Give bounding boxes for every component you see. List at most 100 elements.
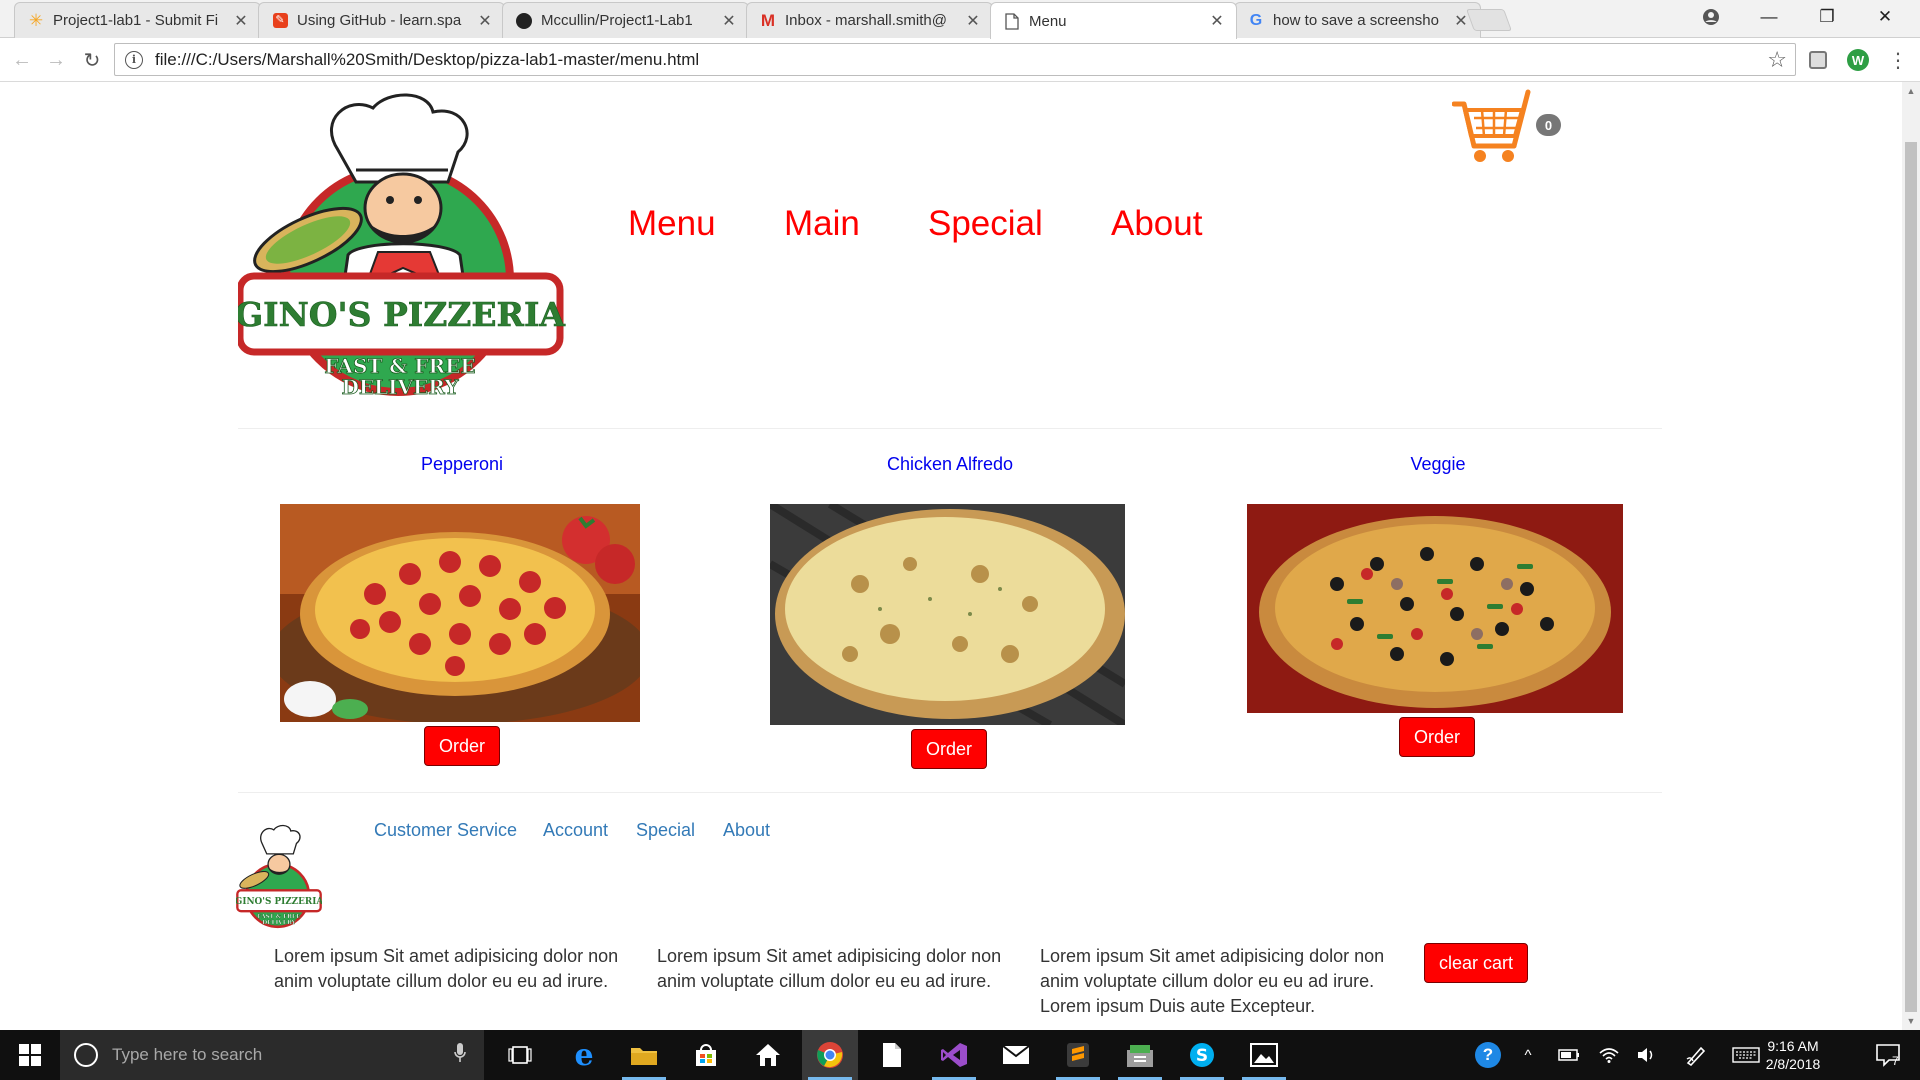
close-tab-icon[interactable]: ✕	[476, 11, 494, 31]
nav-link-main[interactable]: Main	[784, 204, 860, 244]
wifi-icon[interactable]	[1594, 1030, 1624, 1080]
sublime-text-icon[interactable]	[1050, 1030, 1106, 1080]
github-favicon-icon	[515, 12, 533, 30]
footer-logo-text: GINO'S PIZZERIA	[236, 897, 322, 907]
minimize-icon[interactable]: —	[1740, 0, 1798, 34]
show-hidden-icons-icon[interactable]: ^	[1514, 1030, 1542, 1080]
chrome-menu-icon[interactable]: ⋮	[1886, 48, 1910, 72]
clock-date: 2/8/2018	[1765, 1056, 1821, 1072]
browser-toolbar: ← → ↻ i file:///C:/Users/Marshall%20Smit…	[0, 38, 1920, 82]
home-icon[interactable]	[740, 1030, 796, 1080]
scrollbar-thumb[interactable]	[1905, 142, 1917, 1012]
skype-icon[interactable]: S	[1174, 1030, 1230, 1080]
asterisk-favicon-icon: ✳	[28, 10, 44, 30]
pen-ink-icon[interactable]	[1680, 1030, 1712, 1080]
bookmark-star-icon[interactable]: ☆	[1767, 47, 1787, 73]
logo-text: GINO'S PIZZERIA	[238, 295, 565, 334]
info-icon[interactable]: i	[125, 50, 143, 69]
restore-icon[interactable]: ❐	[1798, 0, 1856, 34]
git-gui-icon[interactable]	[1112, 1030, 1168, 1080]
item-title-pepperoni[interactable]: Pepperoni	[312, 454, 612, 475]
windows-start-icon[interactable]	[0, 1030, 60, 1080]
nav-link-about[interactable]: About	[1111, 204, 1202, 244]
new-tab-button[interactable]	[1465, 9, 1513, 31]
close-tab-icon[interactable]: ✕	[720, 11, 738, 31]
footer-text-column-3: Lorem ipsum Sit amet adipisicing dolor n…	[1040, 946, 1385, 1016]
store-icon[interactable]	[678, 1030, 734, 1080]
footer-link-customer-service[interactable]: Customer Service	[374, 820, 517, 841]
close-tab-icon[interactable]: ✕	[1208, 11, 1226, 31]
footer-link-about[interactable]: About	[723, 820, 770, 841]
chrome-icon[interactable]	[802, 1030, 858, 1080]
photos-icon[interactable]	[1236, 1030, 1292, 1080]
task-view-icon[interactable]	[492, 1030, 548, 1080]
nav-link-special[interactable]: Special	[928, 204, 1043, 244]
close-tab-icon[interactable]: ✕	[964, 11, 982, 31]
veggie-pizza-image	[1247, 504, 1623, 713]
footer-link-special[interactable]: Special	[636, 820, 695, 841]
address-bar[interactable]: i file:///C:/Users/Marshall%20Smith/Desk…	[114, 43, 1796, 76]
taskbar-clock[interactable]: 9:16 AM 2/8/2018	[1748, 1037, 1838, 1073]
extension-icon[interactable]	[1806, 48, 1830, 72]
item-title-veggie[interactable]: Veggie	[1288, 454, 1588, 475]
footer-ginos-logo[interactable]: GINO'S PIZZERIA FAST & FREE DELIVERY	[236, 820, 322, 932]
browser-tab[interactable]: Mccullin/Project1-Lab1 ✕	[502, 2, 749, 38]
browser-tab-active[interactable]: Menu ✕	[990, 2, 1237, 39]
cart-count-badge: 0	[1536, 114, 1561, 136]
action-center-icon[interactable]: 7	[1864, 1030, 1912, 1080]
divider	[238, 792, 1662, 793]
search-placeholder: Type here to search	[112, 1045, 263, 1064]
tab-strip: ✳ Project1-lab1 - Submit Fi ✕ ✎ Using Gi…	[0, 0, 1920, 39]
clear-cart-button[interactable]: clear cart	[1424, 943, 1528, 983]
edge-icon[interactable]: e	[556, 1030, 612, 1080]
browser-tab[interactable]: G how to save a screensho ✕	[1234, 2, 1481, 38]
back-icon[interactable]: ←	[8, 46, 36, 74]
divider	[238, 428, 1662, 429]
cortana-icon	[74, 1043, 98, 1067]
item-title-chicken-alfredo[interactable]: Chicken Alfredo	[800, 454, 1100, 475]
footer-link-account[interactable]: Account	[543, 820, 608, 841]
pepperoni-pizza-image	[280, 504, 640, 722]
scroll-up-arrow-icon[interactable]: ▲	[1902, 82, 1920, 100]
mail-icon[interactable]	[988, 1030, 1044, 1080]
gmail-favicon-icon: M	[760, 10, 776, 30]
page-content: GINO'S PIZZERIA FAST & FREE DELIVERY Men…	[0, 82, 1920, 1030]
order-button-veggie[interactable]: Order	[1399, 717, 1475, 757]
page-scrollbar[interactable]: ▲ ▼	[1902, 82, 1920, 1030]
file-icon[interactable]	[864, 1030, 920, 1080]
reload-icon[interactable]: ↻	[78, 46, 106, 74]
browser-tab[interactable]: M Inbox - marshall.smith@ ✕	[746, 2, 993, 38]
battery-icon[interactable]	[1554, 1030, 1584, 1080]
browser-tab[interactable]: ✳ Project1-lab1 - Submit Fi ✕	[14, 2, 261, 38]
close-tab-icon[interactable]: ✕	[232, 11, 250, 31]
close-window-icon[interactable]: ✕	[1856, 0, 1914, 34]
footer-text-column-2: Lorem ipsum Sit amet adipisicing dolor n…	[657, 946, 1002, 991]
google-favicon-icon: G	[1249, 11, 1263, 29]
help-icon[interactable]: ?	[1470, 1030, 1506, 1080]
visual-studio-icon[interactable]	[926, 1030, 982, 1080]
profile-icon[interactable]	[1682, 0, 1740, 34]
chicken-alfredo-pizza-image	[770, 504, 1125, 725]
windows-taskbar: Type here to search e S ? ^ 9:16 AM 2/8/…	[0, 1030, 1920, 1080]
nav-link-menu[interactable]: Menu	[628, 204, 716, 244]
microphone-icon[interactable]	[454, 1042, 484, 1068]
order-button-chicken-alfredo[interactable]: Order	[911, 729, 987, 769]
shopping-cart-icon[interactable]	[1452, 88, 1532, 168]
order-button-pepperoni[interactable]: Order	[424, 726, 500, 766]
footer-text-column-1: Lorem ipsum Sit amet adipisicing dolor n…	[274, 946, 619, 991]
extension-w-icon[interactable]: W	[1846, 48, 1870, 72]
page-favicon-icon	[1003, 12, 1021, 30]
url-text[interactable]: file:///C:/Users/Marshall%20Smith/Deskto…	[155, 50, 699, 70]
taskbar-search-box[interactable]: Type here to search	[60, 1030, 484, 1080]
file-explorer-icon[interactable]	[616, 1030, 672, 1080]
footer-logo-tagline-1: FAST & FREE	[257, 914, 301, 920]
logo-tagline-2: DELIVERY	[341, 375, 459, 399]
svg-text:S: S	[1196, 1046, 1208, 1066]
scroll-down-arrow-icon[interactable]: ▼	[1902, 1012, 1920, 1030]
ginos-pizzeria-logo[interactable]: GINO'S PIZZERIA FAST & FREE DELIVERY	[238, 90, 568, 410]
notification-count: 7	[1892, 1054, 1899, 1068]
forward-icon[interactable]: →	[42, 46, 70, 74]
volume-icon[interactable]	[1632, 1030, 1662, 1080]
learn-favicon-icon: ✎	[271, 12, 289, 30]
browser-tab[interactable]: ✎ Using GitHub - learn.spa ✕	[258, 2, 505, 38]
